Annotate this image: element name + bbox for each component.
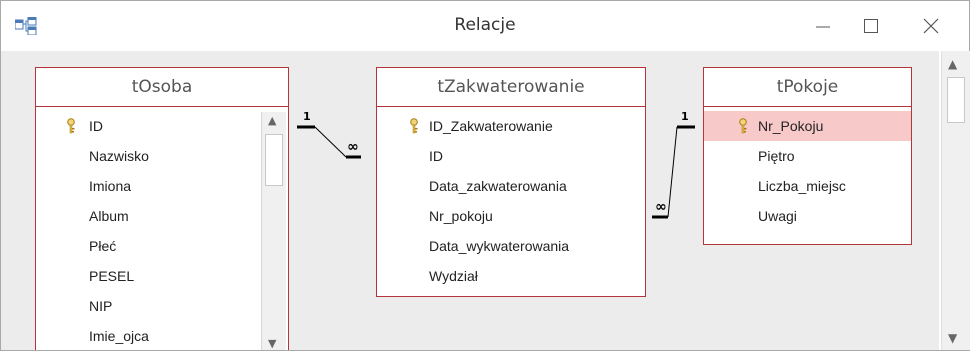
scroll-down-icon[interactable]: ▼ xyxy=(948,331,957,345)
close-button[interactable] xyxy=(913,13,949,39)
canvas-vertical-scrollbar[interactable]: ▲ ▼ xyxy=(941,51,970,350)
relationship-many-label: ∞ xyxy=(347,139,359,155)
maximize-icon xyxy=(864,19,878,33)
relationship-osoba-zakwaterowanie[interactable]: 1 ∞ xyxy=(297,110,361,159)
maximize-button[interactable] xyxy=(853,13,889,39)
relationship-zakwaterowanie-pokoje[interactable]: 1 ∞ xyxy=(652,110,695,219)
scroll-up-icon[interactable]: ▲ xyxy=(948,57,957,71)
scroll-thumb[interactable] xyxy=(947,77,965,123)
close-icon xyxy=(923,18,939,34)
relationship-one-label: 1 xyxy=(681,110,689,123)
minimize-icon xyxy=(816,26,830,28)
relationship-many-label: ∞ xyxy=(655,199,667,215)
relationships-window: Relacje tOsoba ID Nazwisko Imiona Album … xyxy=(0,0,970,351)
relationships-canvas[interactable]: tOsoba ID Nazwisko Imiona Album Płeć PES… xyxy=(1,51,939,350)
minimize-button[interactable] xyxy=(805,13,841,39)
title-bar[interactable]: Relacje xyxy=(1,1,969,51)
relationship-one-label: 1 xyxy=(303,110,311,123)
relationship-lines: 1 ∞ 1 ∞ xyxy=(297,110,695,219)
